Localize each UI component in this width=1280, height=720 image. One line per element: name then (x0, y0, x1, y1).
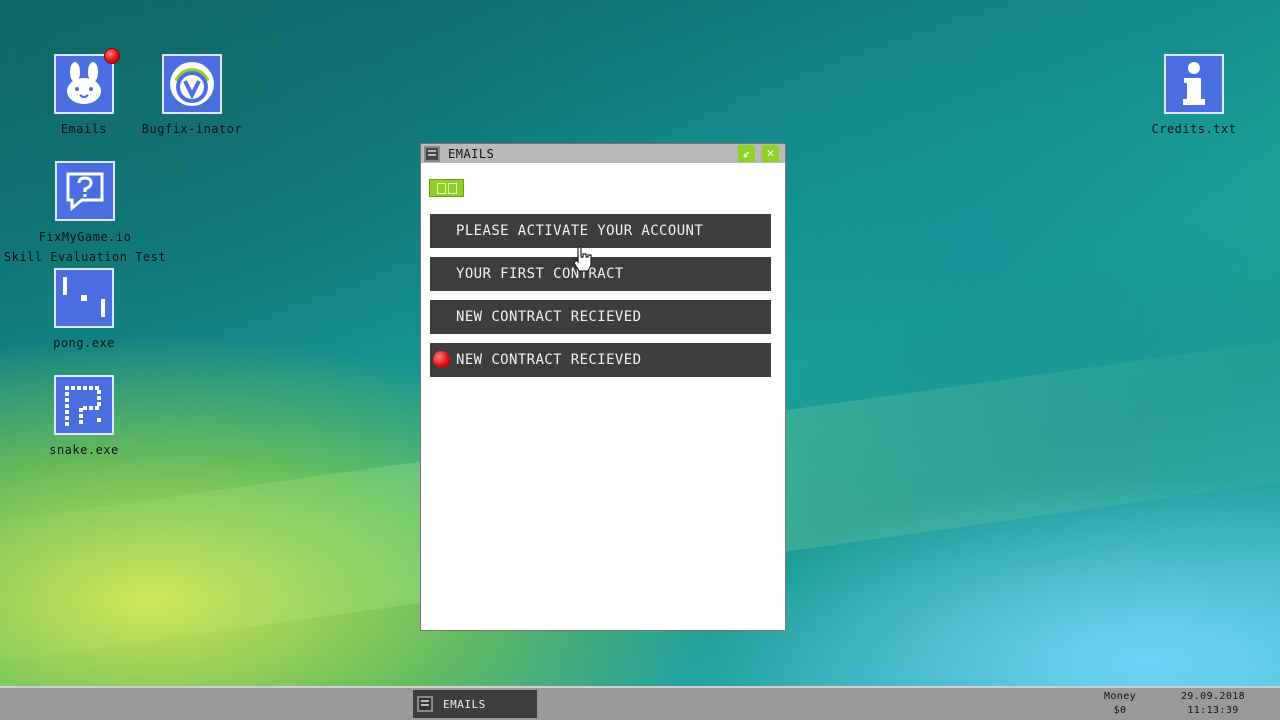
email-item[interactable]: PLEASE ACTIVATE YOUR ACCOUNT (430, 214, 771, 248)
hand-cursor-icon (573, 246, 592, 272)
desktop-icon-emails[interactable]: Emails (52, 48, 120, 139)
bunny-icon (54, 48, 120, 114)
window-titlebar[interactable]: EMAILS ↙ ✕ (421, 144, 785, 163)
taskbar-item-label: EMAILS (443, 697, 486, 711)
document-icon (424, 145, 440, 162)
minimize-button[interactable]: ↙ (738, 145, 755, 162)
page-icon (447, 182, 457, 194)
email-list: PLEASE ACTIVATE YOUR ACCOUNT YOUR FIRST … (430, 214, 771, 386)
email-item[interactable]: NEW CONTRACT RECIEVED (430, 343, 771, 377)
email-subject: PLEASE ACTIVATE YOUR ACCOUNT (456, 223, 704, 239)
compose-button[interactable] (429, 179, 464, 197)
desktop-icon-label: Bugfix-inator (141, 122, 243, 136)
email-item[interactable]: NEW CONTRACT RECIEVED (430, 300, 771, 334)
desktop-icon-bugfix-inator[interactable]: Bugfix-inator (130, 54, 254, 139)
info-icon (1164, 54, 1224, 114)
desktop-icon-label: snake.exe (49, 443, 119, 457)
overwatch-logo-icon (162, 54, 222, 114)
taskbar: EMAILS Money $0 29.09.2018 11:13:39 (0, 686, 1280, 720)
email-subject: YOUR FIRST CONTRACT (456, 266, 624, 282)
email-item[interactable]: YOUR FIRST CONTRACT (430, 257, 771, 291)
document-icon (417, 696, 433, 712)
date-text: 29.09.2018 (1180, 691, 1246, 702)
question-bubble-icon (55, 161, 115, 221)
close-button[interactable]: ✕ (762, 145, 779, 162)
money-label: Money (1103, 691, 1137, 702)
taskbar-item-emails[interactable]: EMAILS (413, 690, 537, 718)
email-subject: NEW CONTRACT RECIEVED (456, 352, 642, 368)
money-value: $0 (1113, 705, 1127, 716)
desktop-icon-label: pong.exe (53, 336, 115, 350)
desktop-icon-label: Credits.txt (1151, 122, 1237, 136)
snake-icon (54, 375, 114, 435)
clock: 29.09.2018 11:13:39 (1170, 690, 1256, 718)
desktop-icon-label: Emails (60, 122, 108, 136)
pong-icon (54, 268, 114, 328)
desktop-icon-pong[interactable]: pong.exe (52, 268, 116, 353)
emails-window[interactable]: EMAILS ↙ ✕ PLEASE ACTIVATE YOUR ACCOUNT … (420, 143, 786, 631)
email-subject: NEW CONTRACT RECIEVED (456, 309, 642, 325)
time-text: 11:13:39 (1187, 705, 1239, 716)
money-display: Money $0 (1090, 690, 1150, 718)
desktop-icon-fixmygame[interactable]: FixMyGame.io Skill Evaluation Test (0, 161, 170, 267)
unread-indicator (433, 351, 450, 368)
desktop-icon-label: FixMyGame.io Skill Evaluation Test (3, 230, 167, 264)
desktop-icon-snake[interactable]: snake.exe (42, 375, 126, 460)
page-icon (436, 182, 446, 194)
desktop-icon-credits[interactable]: Credits.txt (1144, 54, 1244, 139)
window-title: EMAILS (448, 146, 495, 161)
notification-badge (104, 48, 120, 64)
